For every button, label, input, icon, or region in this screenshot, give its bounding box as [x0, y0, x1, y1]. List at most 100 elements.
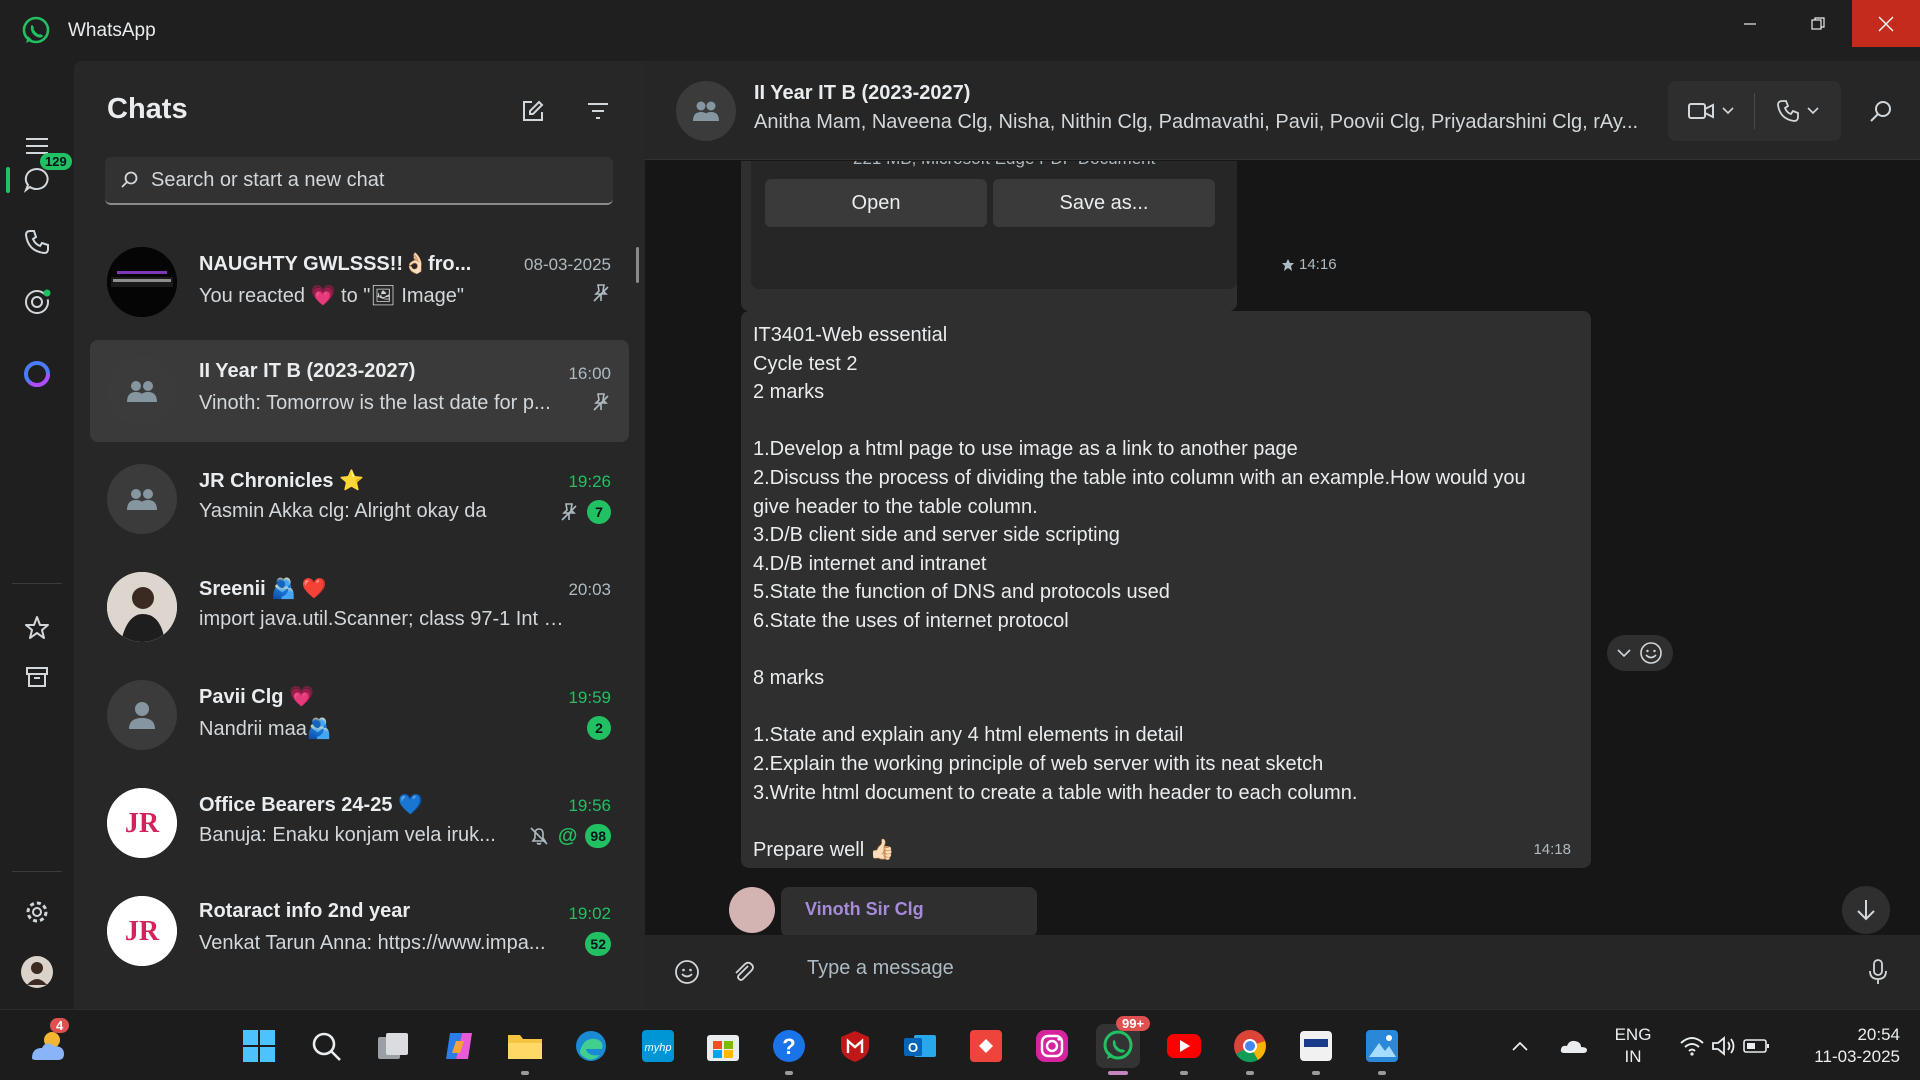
- rail-starred-button[interactable]: [14, 605, 60, 651]
- chat-list-item[interactable]: Sreenii 🫂 ❤️ 20:03 import java.util.Scan…: [90, 556, 629, 658]
- chat-list-item[interactable]: NAUGHTY GWLSSS!!👌🏻fro... 08-03-2025 You …: [90, 231, 629, 333]
- chevron-down-icon[interactable]: [1617, 648, 1631, 658]
- scroll-to-bottom-button[interactable]: [1842, 886, 1890, 934]
- rail-meta-ai-button[interactable]: [14, 351, 60, 397]
- attach-button[interactable]: [723, 952, 763, 992]
- rail-calls-button[interactable]: [14, 219, 60, 265]
- chat-status: @ 98: [528, 824, 611, 848]
- anydesk-button[interactable]: [964, 1024, 1008, 1068]
- show-hidden-icons-button[interactable]: [1505, 1024, 1535, 1068]
- new-chat-button[interactable]: [513, 91, 553, 131]
- restore-button[interactable]: [1784, 0, 1852, 47]
- mcafee-button[interactable]: [833, 1024, 877, 1068]
- region-code: IN: [1624, 1047, 1642, 1066]
- chat-avatar: [107, 464, 177, 534]
- outlook-icon: O: [904, 1035, 936, 1057]
- swayam-icon: [1300, 1031, 1332, 1061]
- quick-settings-button[interactable]: [1670, 1024, 1780, 1068]
- weather-widget[interactable]: 4: [26, 1018, 70, 1068]
- chat-list-item[interactable]: Pavii Clg 💗 19:59 Nandrii maa🫂 2: [90, 664, 629, 766]
- svg-text:JR: JR: [125, 808, 160, 839]
- emoji-icon[interactable]: [1639, 641, 1663, 665]
- rail-chats-button[interactable]: 129: [14, 153, 72, 203]
- youtube-button[interactable]: [1162, 1024, 1206, 1068]
- unread-count-badge: 7: [587, 500, 611, 524]
- chat-list-scrollbar[interactable]: [636, 247, 639, 283]
- sender-name[interactable]: Vinoth Sir Clg: [805, 899, 924, 920]
- rail-archived-button[interactable]: [14, 654, 60, 700]
- chat-list-item[interactable]: JR Rotaract info 2nd year 19:02 Venkat T…: [90, 880, 629, 982]
- photos-icon: [1366, 1030, 1398, 1062]
- message-line: 1.Develop a html page to use image as a …: [753, 438, 1298, 461]
- pin-icon: [593, 393, 609, 411]
- chat-avatar: JR: [107, 896, 177, 966]
- open-document-button[interactable]: Open: [765, 179, 987, 227]
- sender-avatar[interactable]: [729, 887, 775, 933]
- message-input[interactable]: Type a message: [807, 957, 954, 980]
- next-message-bubble[interactable]: Vinoth Sir Clg: [781, 887, 1037, 935]
- message-line: [753, 693, 1579, 722]
- chrome-button[interactable]: [1228, 1024, 1272, 1068]
- chat-list-item-selected[interactable]: II Year IT B (2023-2027) 16:00 Vinoth: T…: [90, 340, 629, 442]
- help-button[interactable]: ?: [767, 1024, 811, 1068]
- onedrive-button[interactable]: [1556, 1024, 1592, 1068]
- chevron-down-icon: [1807, 107, 1819, 115]
- chevron-up-icon: [1512, 1041, 1528, 1051]
- message-line: 6.State the uses of internet protocol: [753, 609, 1069, 632]
- conversation-search-button[interactable]: [1861, 91, 1901, 131]
- close-button[interactable]: [1852, 0, 1920, 47]
- chat-name: Office Bearers 24-25 💙: [199, 794, 423, 816]
- rail-profile-button[interactable]: [14, 949, 60, 995]
- chat-list-item[interactable]: JR Chronicles ⭐ 19:26 Yasmin Akka clg: A…: [90, 448, 629, 550]
- emoji-button[interactable]: [667, 952, 707, 992]
- file-explorer-button[interactable]: [503, 1024, 547, 1068]
- message-line: [753, 636, 1579, 665]
- chevron-down-icon: [1722, 107, 1734, 115]
- rail-status-button[interactable]: [14, 279, 60, 325]
- volume-icon: [1712, 1036, 1735, 1056]
- chat-list-item[interactable]: JR Office Bearers 24-25 💙 19:56 Banuja: …: [90, 772, 629, 874]
- document-meta: 221 MB, Microsoft Edge PDF Document: [853, 161, 1155, 169]
- chats-heading: Chats: [107, 93, 188, 125]
- chat-time: 19:26: [568, 472, 611, 491]
- chat-preview: You reacted 💗 to "🖼 Image": [199, 285, 464, 307]
- title-bar: WhatsApp: [0, 0, 1920, 61]
- conversation-header[interactable]: II Year IT B (2023-2027) Anitha Mam, Nav…: [645, 61, 1920, 160]
- voice-message-button[interactable]: [1858, 952, 1898, 992]
- myhp-button[interactable]: myhp: [636, 1024, 680, 1068]
- message-bubble[interactable]: IT3401-Web essential Cycle test 2 2 mark…: [741, 311, 1591, 868]
- search-input[interactable]: Search or start a new chat: [105, 157, 613, 205]
- save-document-button[interactable]: Save as...: [993, 179, 1215, 227]
- task-view-button[interactable]: [371, 1024, 415, 1068]
- gear-icon: [26, 901, 48, 923]
- message-timestamp: 14:16: [1281, 256, 1337, 273]
- instagram-button[interactable]: [1030, 1024, 1074, 1068]
- whatsapp-taskbar-button[interactable]: 99+: [1096, 1016, 1151, 1068]
- copilot-button[interactable]: [437, 1024, 481, 1068]
- message-area[interactable]: 221 MB, Microsoft Edge PDF Document Open…: [645, 161, 1920, 935]
- windows-icon: [243, 1030, 275, 1062]
- status-icon: [25, 289, 51, 314]
- edge-button[interactable]: [569, 1024, 613, 1068]
- youtube-icon: [1167, 1034, 1201, 1058]
- photos-button[interactable]: [1360, 1024, 1404, 1068]
- myhp-icon: myhp: [642, 1030, 674, 1062]
- taskbar-search-button[interactable]: [304, 1024, 348, 1068]
- search-icon: [312, 1032, 341, 1061]
- outlook-button[interactable]: O: [898, 1024, 942, 1068]
- rail-settings-button[interactable]: [14, 889, 60, 935]
- document-card: 221 MB, Microsoft Edge PDF Document Open…: [751, 161, 1237, 289]
- filter-button[interactable]: [578, 91, 618, 131]
- start-button[interactable]: [237, 1024, 281, 1068]
- group-avatar[interactable]: [676, 81, 736, 141]
- video-icon: [1688, 103, 1714, 119]
- clock[interactable]: 20:54 11-03-2025: [1790, 1024, 1900, 1068]
- video-call-button[interactable]: [1668, 81, 1754, 141]
- message-actions[interactable]: [1607, 635, 1673, 671]
- swayam-button[interactable]: [1294, 1024, 1338, 1068]
- voice-call-button[interactable]: [1755, 81, 1841, 141]
- language-indicator[interactable]: ENG IN: [1608, 1024, 1658, 1068]
- store-button[interactable]: [701, 1024, 745, 1068]
- minimize-button[interactable]: [1716, 0, 1784, 47]
- meta-ai-icon: [24, 361, 50, 387]
